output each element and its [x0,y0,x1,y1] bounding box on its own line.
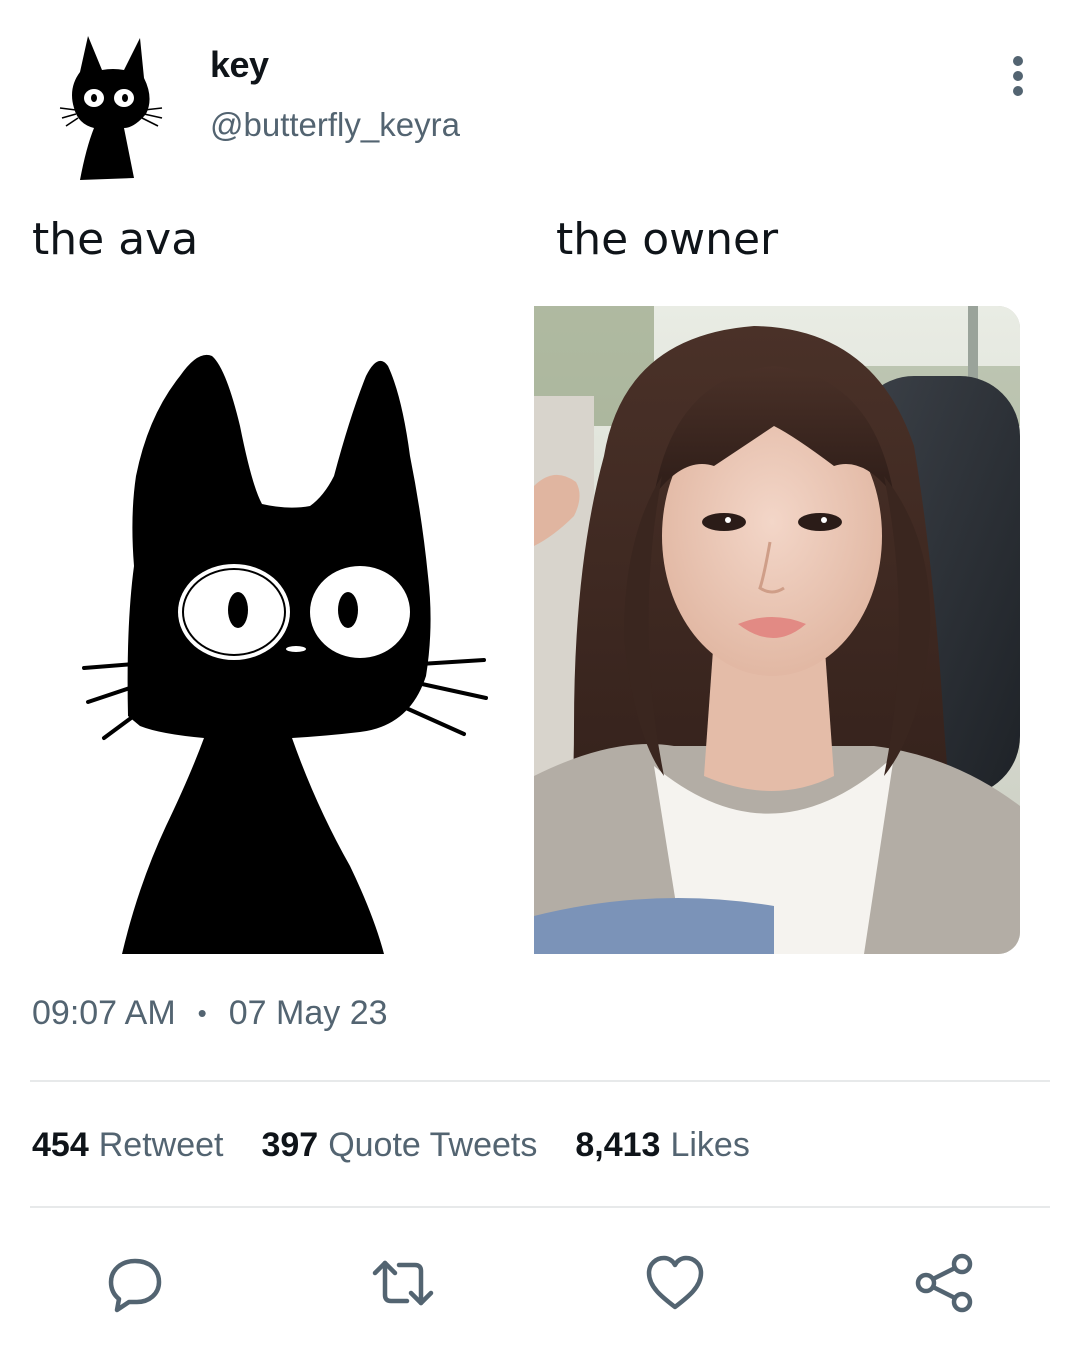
quote-count: 397 [261,1126,319,1164]
user-display-name[interactable]: key [210,44,269,86]
tweet-time: 09:07 AM [32,994,176,1032]
more-vertical-icon [1013,56,1023,66]
quote-count-stat[interactable]: 397 Quote Tweets [261,1126,537,1165]
portrait-photo-illustration [534,306,1020,954]
retweet-label: Retweet [98,1126,224,1164]
share-icon [915,1253,973,1313]
tweet-text-right: the owner [556,214,779,265]
engagement-stats: 454 Retweet 397 Quote Tweets 8,413 Likes [32,1126,788,1165]
user-handle[interactable]: @butterfly_keyra [210,106,460,144]
tweet-date: 07 May 23 [228,994,388,1032]
more-dot [1013,71,1023,81]
retweet-count: 454 [32,1126,89,1164]
black-cat-avatar-image [59,36,163,180]
like-label: Likes [670,1126,750,1164]
media-cat-image[interactable] [30,306,520,954]
like-count-stat[interactable]: 8,413 Likes [575,1126,749,1165]
tweet-timestamp[interactable]: 09:07 AM • 07 May 23 [32,994,388,1033]
quote-label: Quote Tweets [328,1126,538,1164]
retweet-count-stat[interactable]: 454 Retweet [32,1126,223,1165]
like-button[interactable] [640,1248,710,1318]
divider [30,1206,1050,1208]
tweet-text-left: the ava [32,214,199,265]
tweet-detail: key @butterfly_keyra the ava the owner 0… [0,0,1080,1352]
retweet-button[interactable] [368,1248,438,1318]
media-portrait-photo[interactable] [534,306,1020,954]
like-count: 8,413 [575,1126,661,1164]
retweet-icon [372,1260,434,1306]
avatar[interactable] [58,28,168,188]
reply-button[interactable] [100,1248,170,1318]
heart-icon [646,1255,704,1310]
more-options-button[interactable] [1000,52,1036,100]
share-button[interactable] [910,1248,980,1318]
divider [30,1080,1050,1082]
reply-icon [108,1258,162,1313]
black-cat-illustration [82,354,488,954]
more-dot [1013,86,1023,96]
timestamp-separator: • [197,998,207,1028]
action-bar [0,1240,1080,1320]
